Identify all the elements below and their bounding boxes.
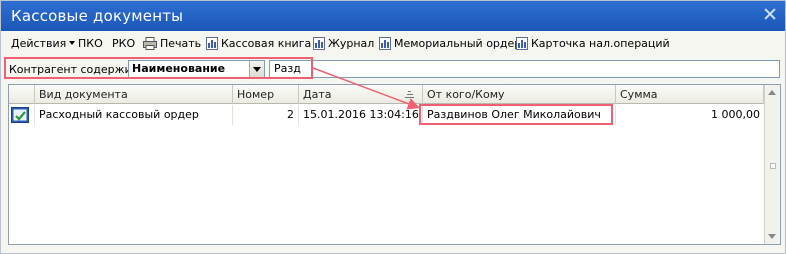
annotation-arrow	[312, 67, 420, 110]
cash-documents-window: Кассовые документы Действия ПКО РКО Печа…	[0, 0, 786, 254]
